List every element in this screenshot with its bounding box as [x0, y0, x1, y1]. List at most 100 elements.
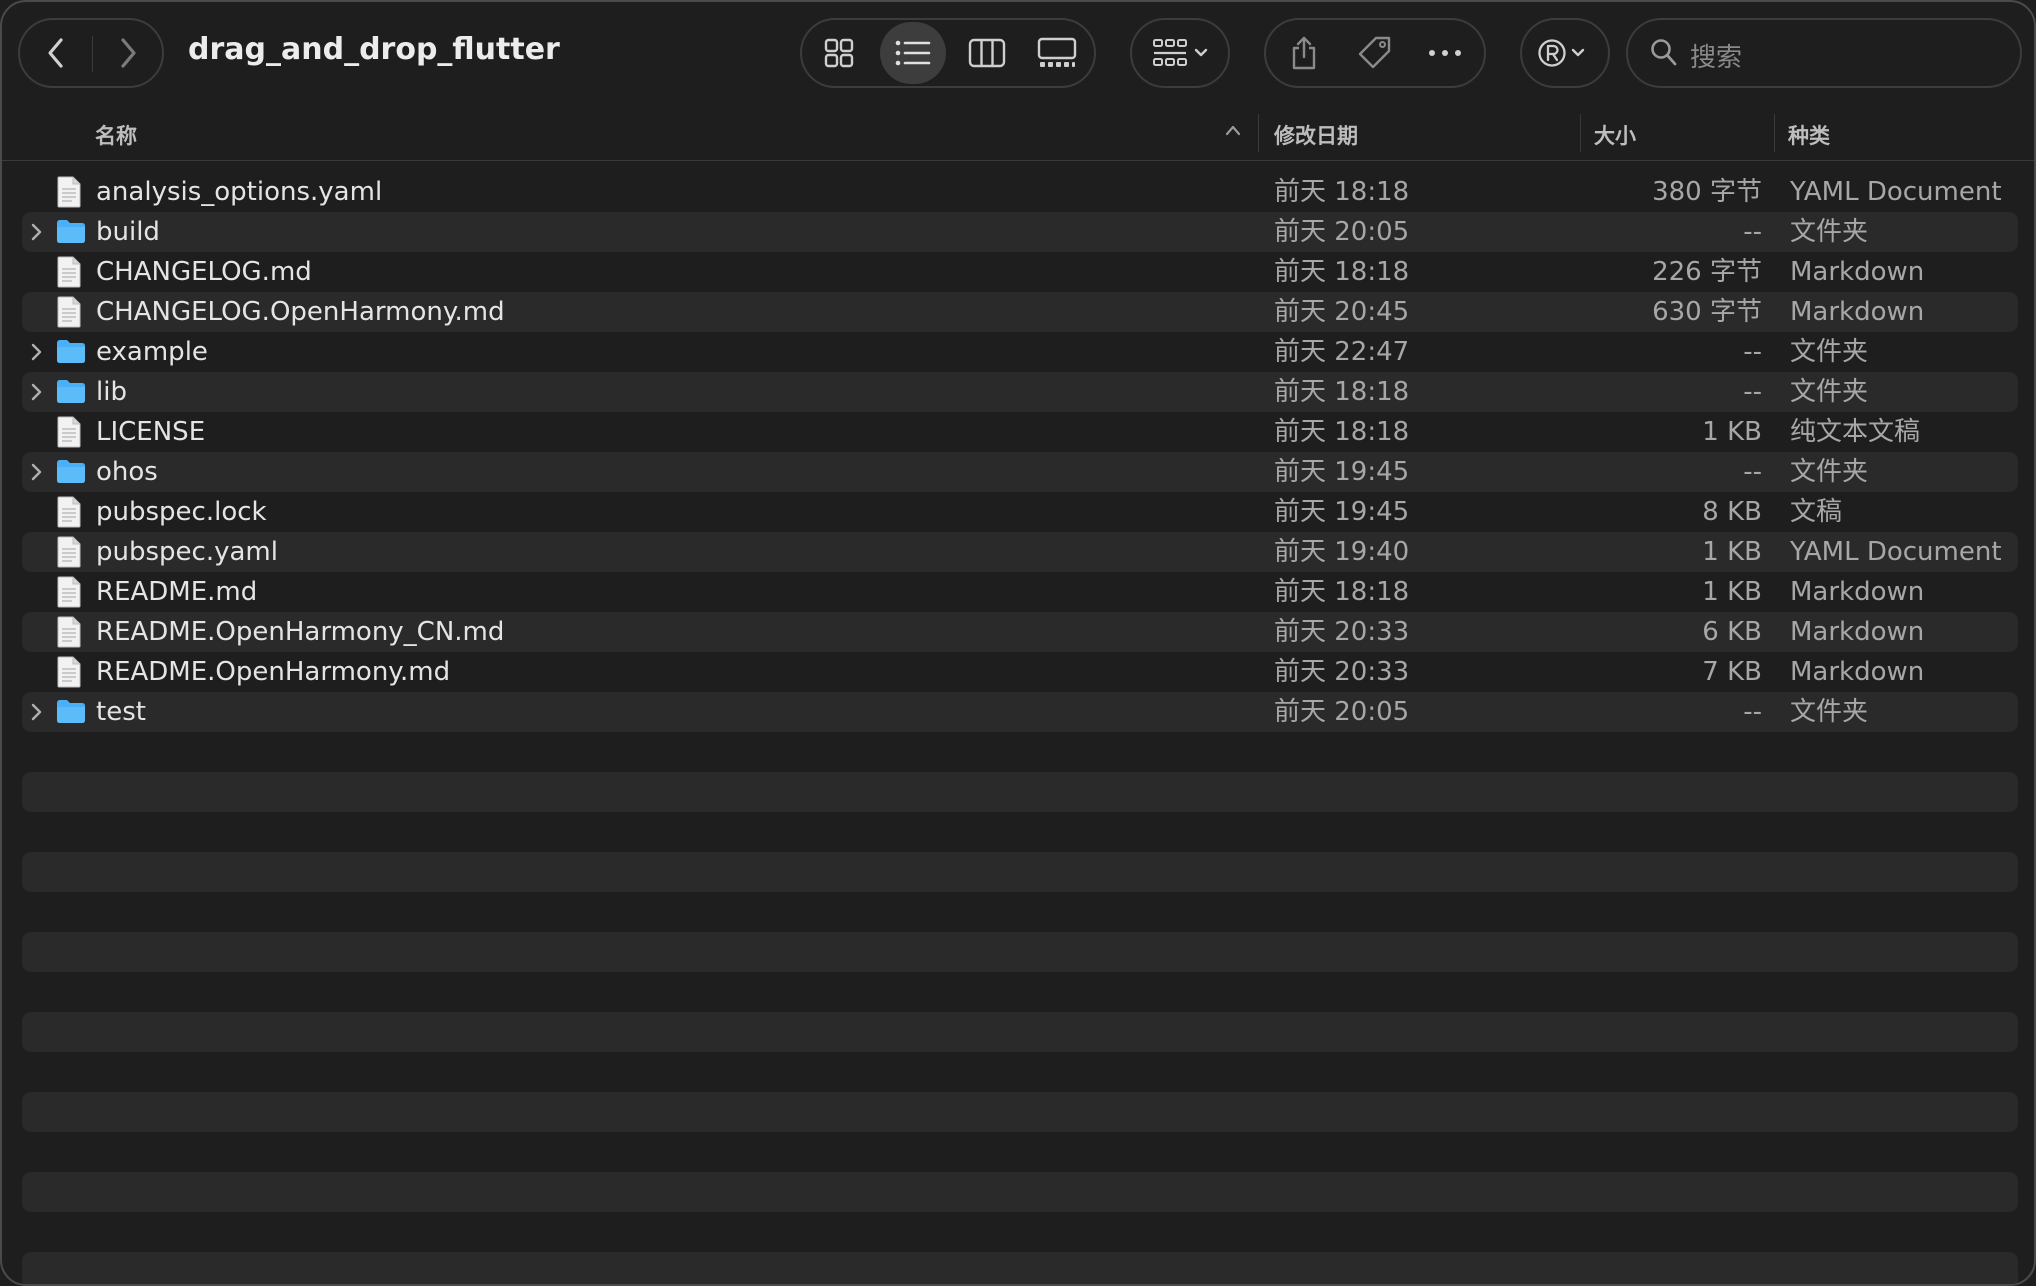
folder-icon [57, 340, 85, 363]
file-kind: 文件夹 [1790, 377, 1869, 407]
more-button[interactable] [1412, 20, 1478, 86]
file-kind: YAML Document [1790, 537, 2002, 567]
disclosure-chevron-icon[interactable] [30, 382, 44, 402]
column-header: 名称 修改日期 大小 种类 [2, 110, 2034, 161]
file-name: pubspec.yaml [96, 537, 278, 567]
file-name: ohos [96, 457, 158, 487]
back-button[interactable] [24, 20, 88, 86]
folder-icon [57, 460, 85, 483]
column-view-button[interactable] [954, 20, 1020, 86]
share-button[interactable] [1274, 20, 1334, 86]
document-icon [57, 176, 81, 208]
column-divider[interactable] [1774, 114, 1775, 152]
file-row[interactable]: pubspec.lock 前天 19:45 8 KB 文稿 [22, 492, 2018, 532]
file-kind: 文稿 [1790, 497, 1843, 527]
file-name: README.OpenHarmony.md [96, 657, 451, 687]
file-kind: 文件夹 [1790, 697, 1869, 727]
file-date: 前天 18:18 [1274, 177, 1410, 207]
file-row[interactable]: test 前天 20:05 -- 文件夹 [22, 692, 2018, 732]
account-control[interactable] [1526, 20, 1604, 86]
file-row[interactable]: ohos 前天 19:45 -- 文件夹 [22, 452, 2018, 492]
empty-list-area [22, 772, 2018, 1284]
empty-row [22, 1012, 2018, 1052]
file-kind: Markdown [1790, 617, 1925, 647]
file-size: -- [1743, 337, 1762, 367]
empty-row [22, 1172, 2018, 1212]
file-row[interactable]: CHANGELOG.OpenHarmony.md 前天 20:45 630 字节 Ma… [22, 292, 2018, 332]
file-date: 前天 18:18 [1274, 257, 1410, 287]
tag-button[interactable] [1344, 20, 1404, 86]
document-icon [57, 616, 81, 648]
empty-row [22, 1252, 2018, 1284]
file-size: -- [1743, 697, 1762, 727]
file-kind: YAML Document [1790, 177, 2002, 207]
account-button[interactable] [1520, 18, 1610, 88]
list-view-button[interactable] [880, 22, 946, 84]
file-name: LICENSE [96, 417, 206, 447]
file-size: 630 字节 [1652, 297, 1762, 327]
file-row[interactable]: CHANGELOG.md 前天 18:18 226 字节 Markdown [22, 252, 2018, 292]
file-name: pubspec.lock [96, 497, 267, 527]
file-name: README.OpenHarmony_CN.md [96, 617, 505, 647]
column-date-header[interactable]: 修改日期 [1274, 120, 1358, 150]
file-size: 1 KB [1702, 537, 1762, 567]
folder-icon [57, 700, 85, 723]
gallery-view-button[interactable] [1024, 20, 1090, 86]
group-by-button[interactable] [1130, 18, 1230, 88]
file-row[interactable]: LICENSE 前天 18:18 1 KB 纯文本文稿 [22, 412, 2018, 452]
file-name: test [96, 697, 146, 727]
column-kind-header[interactable]: 种类 [1788, 120, 1830, 150]
disclosure-chevron-icon[interactable] [30, 462, 44, 482]
list-view-icon [895, 40, 931, 66]
chevron-right-icon [121, 38, 136, 68]
file-size: 6 KB [1702, 617, 1762, 647]
document-icon [57, 256, 81, 288]
icon-view-icon [824, 38, 854, 68]
document-icon [57, 576, 81, 608]
icon-view-button[interactable] [806, 20, 872, 86]
file-size: 1 KB [1702, 577, 1762, 607]
file-kind: 纯文本文稿 [1790, 417, 1921, 447]
file-row[interactable]: pubspec.yaml 前天 19:40 1 KB YAML Document [22, 532, 2018, 572]
action-button-group [1264, 18, 1486, 88]
disclosure-chevron-icon[interactable] [30, 222, 44, 242]
tag-icon [1358, 36, 1391, 69]
file-list: analysis_options.yaml 前天 18:18 380 字节 YAML … [22, 172, 2018, 732]
column-divider[interactable] [1580, 114, 1581, 152]
column-name-header[interactable]: 名称 [95, 120, 137, 150]
file-row[interactable]: README.md 前天 18:18 1 KB Markdown [22, 572, 2018, 612]
empty-row [22, 852, 2018, 892]
file-row[interactable]: example 前天 22:47 -- 文件夹 [22, 332, 2018, 372]
file-size: 226 字节 [1652, 257, 1762, 287]
forward-button[interactable] [96, 20, 160, 86]
file-date: 前天 18:18 [1274, 577, 1410, 607]
view-switcher [800, 18, 1096, 88]
share-icon [1292, 36, 1316, 70]
file-size: 380 字节 [1652, 177, 1762, 207]
file-date: 前天 19:45 [1274, 457, 1410, 487]
disclosure-chevron-icon[interactable] [30, 702, 44, 722]
file-kind: 文件夹 [1790, 457, 1869, 487]
group-by-control[interactable] [1138, 20, 1224, 86]
sort-ascending-icon [1225, 125, 1241, 136]
file-name: example [96, 337, 208, 367]
column-size-header[interactable]: 大小 [1594, 120, 1636, 150]
window-title: drag_and_drop_flutter [188, 32, 560, 67]
file-name: analysis_options.yaml [96, 177, 383, 207]
file-row[interactable]: analysis_options.yaml 前天 18:18 380 字节 YAML … [22, 172, 2018, 212]
file-date: 前天 20:45 [1274, 297, 1410, 327]
file-row[interactable]: README.OpenHarmony.md 前天 20:33 7 KB Markdow… [22, 652, 2018, 692]
file-name: build [96, 217, 160, 247]
file-row[interactable]: build 前天 20:05 -- 文件夹 [22, 212, 2018, 252]
file-name: CHANGELOG.OpenHarmony.md [96, 297, 505, 327]
file-row[interactable]: README.OpenHarmony_CN.md 前天 20:33 6 KB Mark… [22, 612, 2018, 652]
disclosure-chevron-icon[interactable] [30, 342, 44, 362]
document-icon [57, 496, 81, 528]
file-name: CHANGELOG.md [96, 257, 312, 287]
file-size: -- [1743, 457, 1762, 487]
column-divider[interactable] [1258, 114, 1259, 152]
file-date: 前天 20:05 [1274, 217, 1410, 247]
file-row[interactable]: lib 前天 18:18 -- 文件夹 [22, 372, 2018, 412]
search-field[interactable]: 搜索 [1626, 18, 2022, 88]
empty-row [22, 772, 2018, 812]
